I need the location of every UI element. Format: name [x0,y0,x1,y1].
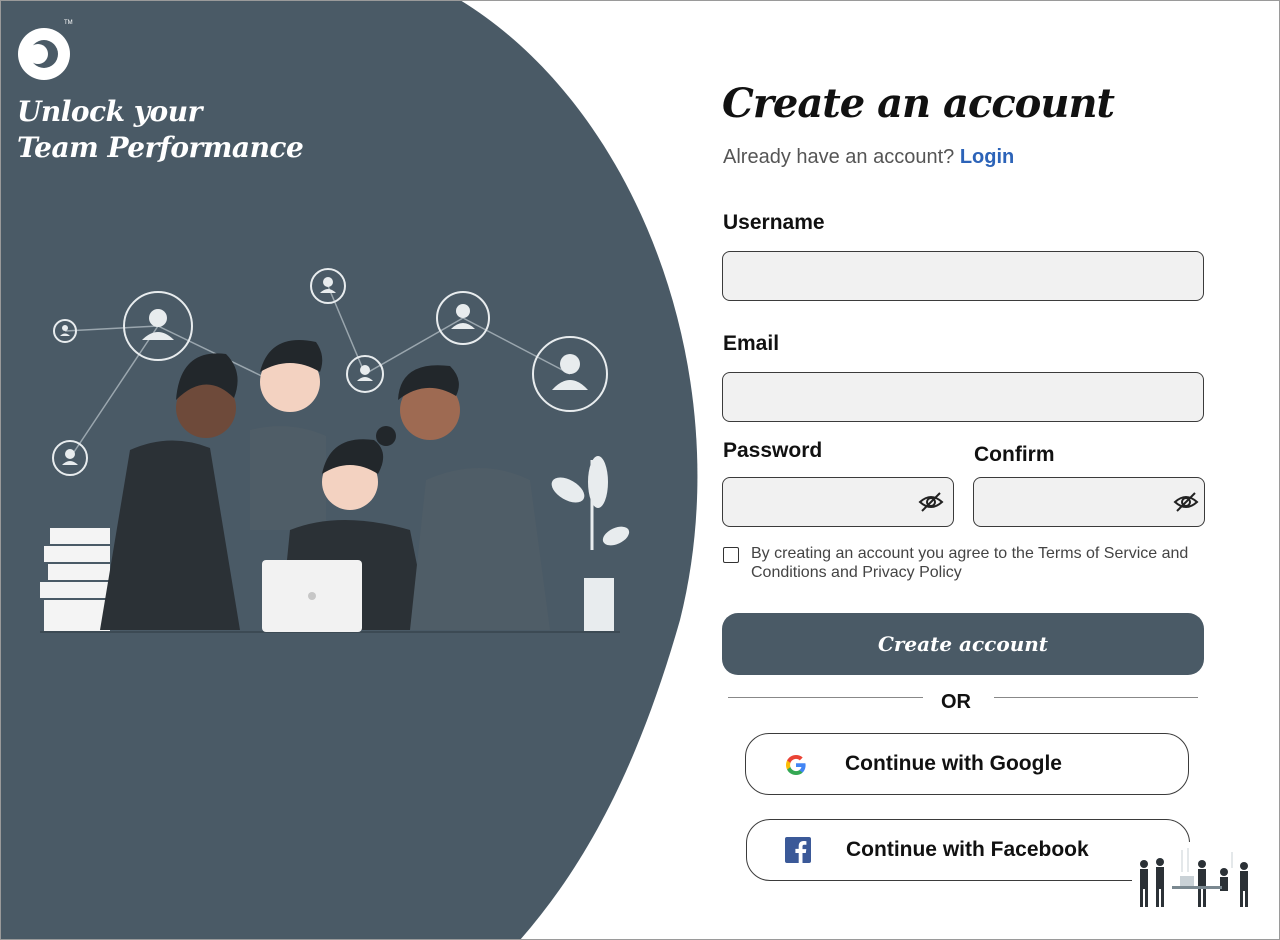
login-link[interactable]: Login [960,146,1014,168]
or-separator: OR [941,691,971,713]
confirm-input[interactable] [973,477,1205,527]
username-input[interactable] [722,251,1204,301]
tagline-line-1: Unlock your [17,95,202,128]
tagline-line-2: Team Performance [17,131,304,164]
terms-text: By creating an account you agree to the … [751,545,1189,581]
password-label: Password [723,439,823,462]
team-illustration [40,268,630,633]
create-account-button[interactable]: Create account [722,613,1204,675]
facebook-button-label: Continue with Facebook [846,838,1089,861]
username-label: Username [723,211,825,234]
divider-left [728,697,923,698]
already-have-account: Already have an account? Login [723,146,1014,169]
eye-off-icon[interactable] [918,489,944,515]
confirm-label: Confirm [974,443,1055,466]
email-label: Email [723,332,780,355]
email-input[interactable] [722,372,1204,422]
terms-checkbox[interactable] [723,547,739,563]
google-icon [786,755,806,775]
facebook-icon [785,837,811,863]
eye-off-icon[interactable] [1173,489,1199,515]
facebook-button[interactable]: Continue with Facebook [746,819,1190,881]
google-button[interactable]: Continue with Google [745,733,1189,795]
google-button-label: Continue with Google [845,752,1062,775]
hero-tagline: Unlock your Team Performance [17,94,304,166]
team-thumbnail-image [1132,842,1256,910]
brand-logo-icon[interactable]: TM [16,12,76,84]
already-text: Already have an account? [723,146,955,168]
divider-right [994,697,1198,698]
page-title: Create an account [722,80,1115,127]
svg-text:TM: TM [64,20,73,26]
